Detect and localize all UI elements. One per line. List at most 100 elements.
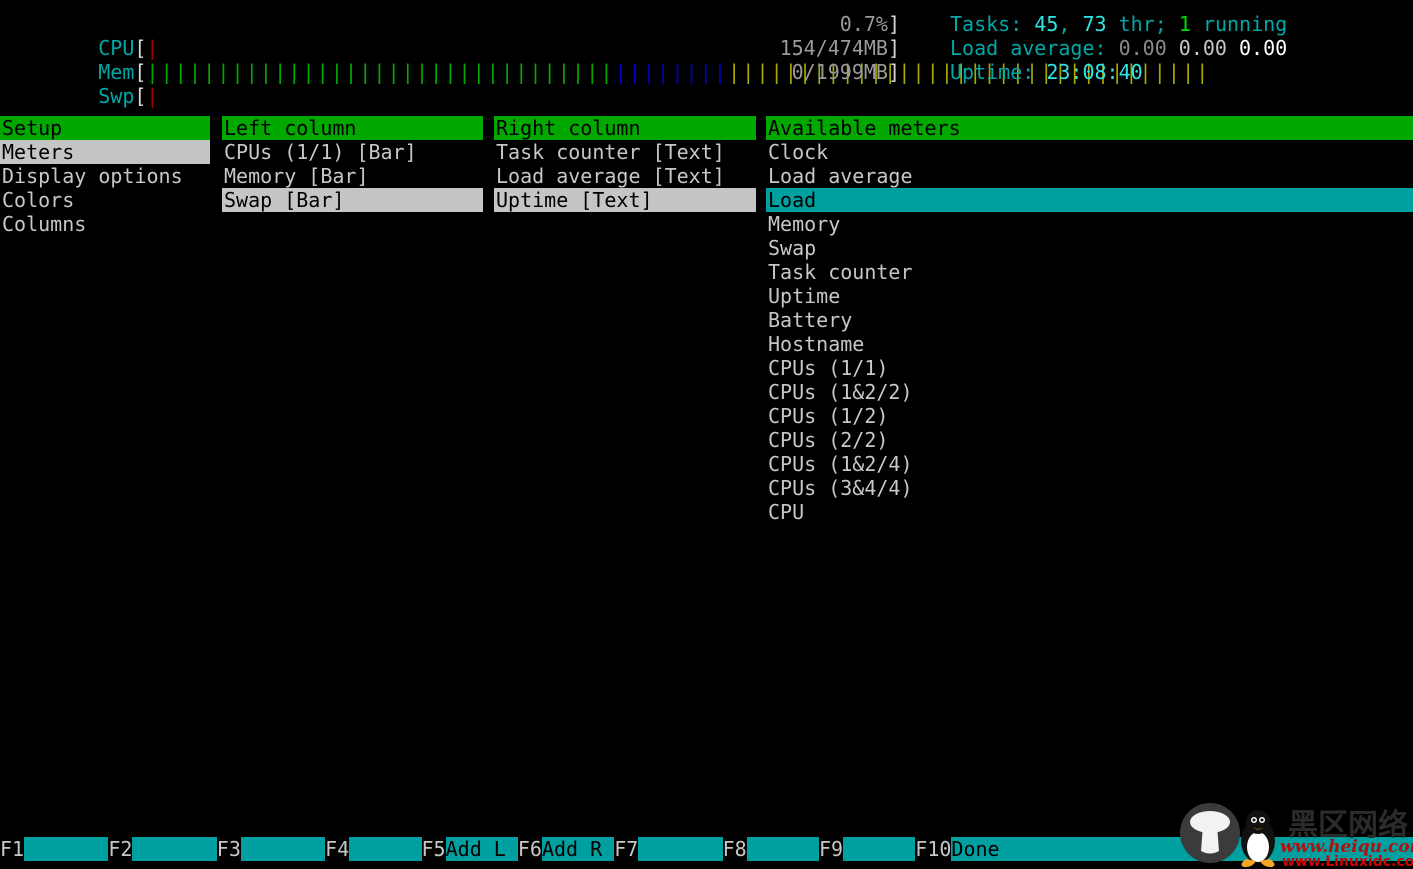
meter-bar-cell	[1210, 84, 1224, 108]
meter-bar-cell	[913, 84, 927, 108]
fkey-f9[interactable]: F9	[818, 837, 844, 861]
meter-bar-cell	[217, 84, 231, 108]
left-column-panel-header: Left column	[222, 116, 483, 140]
available-meter-item-3[interactable]: Memory	[766, 212, 1413, 236]
available-meter-item-label: CPUs (1/1)	[768, 356, 889, 380]
fkey-f9-label[interactable]	[843, 837, 916, 861]
fkey-f10[interactable]: F10	[915, 837, 952, 861]
right-column-meter-item-1[interactable]: Load average [Text]	[494, 164, 756, 188]
fkey-f7[interactable]: F7	[614, 837, 639, 861]
fkey-f10-label[interactable]: Done	[951, 837, 1413, 861]
setup-panel-header: Setup	[0, 116, 210, 140]
meter-bar-cell	[842, 84, 856, 108]
available-meter-item-8[interactable]: Hostname	[766, 332, 1413, 356]
fkey-f8[interactable]: F8	[722, 837, 747, 861]
available-meter-item-5[interactable]: Task counter	[766, 260, 1413, 284]
right-column-meter-list: Task counter [Text] Load average [Text] Up…	[494, 140, 756, 212]
fkey-f2-label[interactable]	[132, 837, 217, 861]
available-meter-item-15[interactable]: CPU	[766, 500, 1413, 524]
meter-bar-cell	[1026, 84, 1040, 108]
left-column-meter-item-label: CPUs (1/1) [Bar]	[224, 140, 417, 164]
available-meter-item-label: Hostname	[768, 332, 865, 356]
available-meter-item-label: Memory	[768, 212, 841, 236]
meter-bar-cell	[232, 84, 246, 108]
meter-bar-cell	[1196, 84, 1210, 108]
meter-bar-cell	[1182, 84, 1196, 108]
available-meter-item-7[interactable]: Battery	[766, 308, 1413, 332]
fkey-f1[interactable]: F1	[0, 837, 25, 861]
available-meters-list: Clock Load average Load Memory Swap Task coun…	[766, 140, 1413, 524]
load-average-1min: 0.00	[1118, 36, 1167, 60]
fkey-f4[interactable]: F4	[325, 837, 350, 861]
meter-bar-cell	[175, 84, 189, 108]
right-column-meter-item-0[interactable]: Task counter [Text]	[494, 140, 756, 164]
meter-bar-cell	[827, 84, 841, 108]
sidebar-item-0[interactable]: Meters	[0, 140, 210, 164]
meter-bar-cell	[1069, 84, 1083, 108]
available-meter-item-4[interactable]: Swap	[766, 236, 1413, 260]
sidebar-item-1[interactable]: Display options	[0, 164, 210, 188]
fkey-f2[interactable]: F2	[108, 837, 133, 861]
fkey-f3-label[interactable]	[240, 837, 326, 861]
available-meter-item-1[interactable]: Load average	[766, 164, 1413, 188]
cpu-meter-close-bracket: ]	[887, 12, 900, 36]
available-meter-item-13[interactable]: CPUs (1&2/4)	[766, 452, 1413, 476]
meter-bar-cell	[969, 84, 983, 108]
left-column-meter-item-label: Memory [Bar]	[224, 164, 369, 188]
available-meters-panel-header: Available meters	[766, 116, 1413, 140]
left-column-meter-item-1[interactable]: Memory [Bar]	[222, 164, 483, 188]
load-average-15min: 0.00	[1239, 36, 1288, 60]
available-meter-item-label: Load average	[768, 164, 913, 188]
fkey-f5[interactable]: F5	[421, 837, 446, 861]
meter-bar-cell	[274, 84, 288, 108]
available-meter-item-12[interactable]: CPUs (2/2)	[766, 428, 1413, 452]
fkey-f6[interactable]: F6	[517, 837, 542, 861]
swap-meter-value: 0/1999MB	[791, 60, 888, 84]
fkey-f8-label[interactable]	[746, 837, 819, 861]
left-column-meter-item-0[interactable]: CPUs (1/1) [Bar]	[222, 140, 483, 164]
tasks-count: 45	[1034, 12, 1059, 36]
available-meter-item-10[interactable]: CPUs (1&2/2)	[766, 380, 1413, 404]
available-meter-item-label: CPUs (1/2)	[768, 404, 889, 428]
available-meter-item-label: Task counter	[768, 260, 913, 284]
uptime-text: Uptime: 23:08:40	[950, 60, 1143, 84]
meter-bar-cell	[686, 84, 700, 108]
right-column-panel-header: Right column	[494, 116, 756, 140]
left-column-meter-item-2[interactable]: Swap [Bar]	[222, 188, 483, 212]
meter-bar-cell	[189, 84, 203, 108]
meter-bar-cell	[529, 84, 543, 108]
right-column-meter-item-2[interactable]: Uptime [Text]	[494, 188, 756, 212]
mem-meter-value-wrap: 154/474MB]	[745, 36, 900, 60]
fkey-f3[interactable]: F3	[216, 837, 241, 861]
meter-bar-cell	[927, 84, 941, 108]
meter-bar-cell	[402, 84, 416, 108]
swap-meter-bar: |	[146, 84, 1224, 108]
swap-meter-close-bracket: ]	[887, 60, 900, 84]
meter-bar-cell	[799, 84, 813, 108]
fkey-f6-label[interactable]: Add R	[541, 837, 615, 861]
available-meter-item-11[interactable]: CPUs (1/2)	[766, 404, 1413, 428]
right-column-meter-item-label: Uptime [Text]	[496, 188, 653, 212]
fkey-f7-label[interactable]	[638, 837, 723, 861]
available-meter-item-2[interactable]: Load	[766, 188, 1413, 212]
setup-panel-list: Meters Display options Colors Columns	[0, 140, 210, 236]
meter-bar-cell	[1111, 84, 1125, 108]
meter-bar-cell	[983, 84, 997, 108]
meter-bar-cell	[898, 84, 912, 108]
sidebar-item-2[interactable]: Colors	[0, 188, 210, 212]
meter-bar-cell	[700, 84, 714, 108]
meter-bar-cell	[260, 84, 274, 108]
available-meter-item-9[interactable]: CPUs (1/1)	[766, 356, 1413, 380]
meter-bar-cell	[544, 84, 558, 108]
meter-bar-cell	[161, 84, 175, 108]
available-meter-item-6[interactable]: Uptime	[766, 284, 1413, 308]
meter-bar-cell	[288, 84, 302, 108]
available-meter-item-0[interactable]: Clock	[766, 140, 1413, 164]
fkey-f4-label[interactable]	[349, 837, 422, 861]
load-average-label: Load average:	[950, 36, 1119, 60]
meter-bar-cell	[501, 84, 515, 108]
sidebar-item-3[interactable]: Columns	[0, 212, 210, 236]
fkey-f5-label[interactable]: Add L	[445, 837, 518, 861]
available-meter-item-14[interactable]: CPUs (3&4/4)	[766, 476, 1413, 500]
fkey-f1-label[interactable]	[24, 837, 109, 861]
